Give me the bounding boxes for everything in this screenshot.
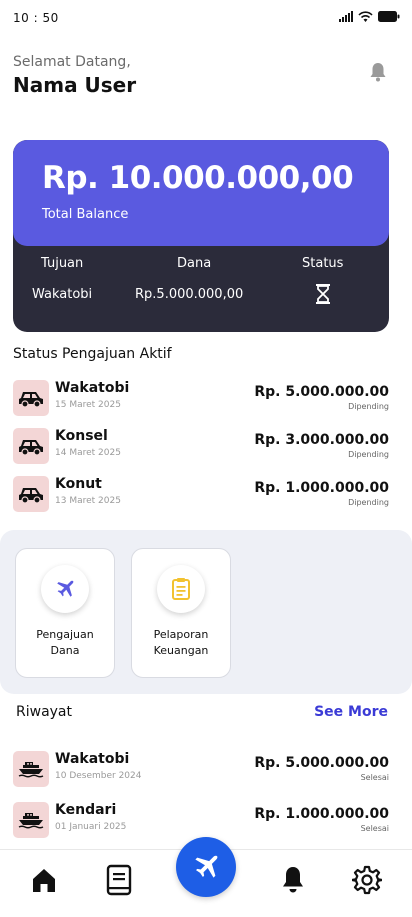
menu-label: Pengajuan Dana (36, 628, 94, 657)
pelaporan-keuangan-button[interactable]: Pelaporan Keuangan (131, 548, 231, 678)
status-icons (339, 11, 400, 22)
airplane-icon (41, 565, 89, 613)
history-item-amount: Rp. 1.000.000.00 (254, 806, 389, 822)
car-icon (13, 380, 49, 416)
car-icon (13, 476, 49, 512)
table-cell-dana: Rp.5.000.000,00 (135, 287, 244, 302)
total-balance-amount: Rp. 10.000.000,00 (42, 160, 354, 196)
table-cell-tujuan: Wakatobi (32, 287, 93, 302)
table-header-status: Status (302, 256, 344, 271)
quick-menu-panel: Pengajuan Dana Pelaporan Keuangan (0, 530, 412, 694)
wifi-icon (358, 11, 373, 22)
notification-bell-icon[interactable] (366, 60, 390, 84)
total-balance-label: Total Balance (42, 207, 129, 222)
gear-icon[interactable] (351, 864, 383, 896)
active-item-date: 13 Maret 2025 (55, 496, 121, 506)
battery-icon (378, 11, 400, 22)
status-bar: 10 : 50 (0, 0, 412, 36)
table-header-tujuan: Tujuan (41, 256, 84, 271)
active-item-date: 14 Maret 2025 (55, 448, 121, 458)
active-section-title: Status Pengajuan Aktif (13, 346, 172, 362)
active-item-status: Dipending (348, 402, 389, 411)
greeting-text: Selamat Datang, (13, 54, 131, 70)
ship-icon (13, 802, 49, 838)
see-more-link[interactable]: See More (314, 704, 388, 720)
table-header-dana: Dana (177, 256, 212, 271)
history-item-name: Wakatobi (55, 751, 130, 767)
active-item[interactable]: Konut 13 Maret 2025 Rp. 1.000.000.00 Dip… (13, 474, 389, 514)
airplane-icon (195, 855, 218, 878)
active-item-name: Konut (55, 476, 102, 492)
balance-card: Rp. 10.000.000,00 Total Balance Tujuan D… (13, 140, 389, 332)
history-item-status: Selesai (360, 824, 389, 833)
clipboard-icon (157, 565, 205, 613)
active-item-status: Dipending (348, 498, 389, 507)
pengajuan-dana-button[interactable]: Pengajuan Dana (15, 548, 115, 678)
balance-summary: Rp. 10.000.000,00 Total Balance (13, 140, 389, 246)
car-icon (13, 428, 49, 464)
ship-icon (13, 751, 49, 787)
book-icon[interactable] (103, 864, 135, 896)
status-time: 10 : 50 (13, 11, 59, 25)
history-item-date: 10 Desember 2024 (55, 771, 142, 781)
active-item-amount: Rp. 5.000.000.00 (254, 384, 389, 400)
username-text: Nama User (13, 73, 137, 97)
hourglass-icon (314, 283, 332, 305)
history-item-name: Kendari (55, 802, 117, 818)
active-item[interactable]: Konsel 14 Maret 2025 Rp. 3.000.000.00 Di… (13, 426, 389, 466)
airplane-fab-button[interactable] (176, 837, 236, 897)
active-item-name: Wakatobi (55, 380, 130, 396)
active-item-date: 15 Maret 2025 (55, 400, 121, 410)
menu-label: Pelaporan Keuangan (153, 628, 209, 657)
history-item-amount: Rp. 5.000.000.00 (254, 755, 389, 771)
bell-icon[interactable] (277, 864, 309, 896)
history-section-title: Riwayat (16, 704, 72, 720)
home-icon[interactable] (28, 864, 60, 896)
active-item-amount: Rp. 1.000.000.00 (254, 480, 389, 496)
history-item[interactable]: Wakatobi 10 Desember 2024 Rp. 5.000.000.… (13, 749, 389, 789)
active-item-amount: Rp. 3.000.000.00 (254, 432, 389, 448)
signal-icon (339, 11, 353, 22)
active-item-status: Dipending (348, 450, 389, 459)
history-item[interactable]: Kendari 01 Januari 2025 Rp. 1.000.000.00… (13, 800, 389, 840)
history-item-date: 01 Januari 2025 (55, 822, 127, 832)
active-item[interactable]: Wakatobi 15 Maret 2025 Rp. 5.000.000.00 … (13, 378, 389, 418)
active-item-name: Konsel (55, 428, 108, 444)
history-item-status: Selesai (360, 773, 389, 782)
